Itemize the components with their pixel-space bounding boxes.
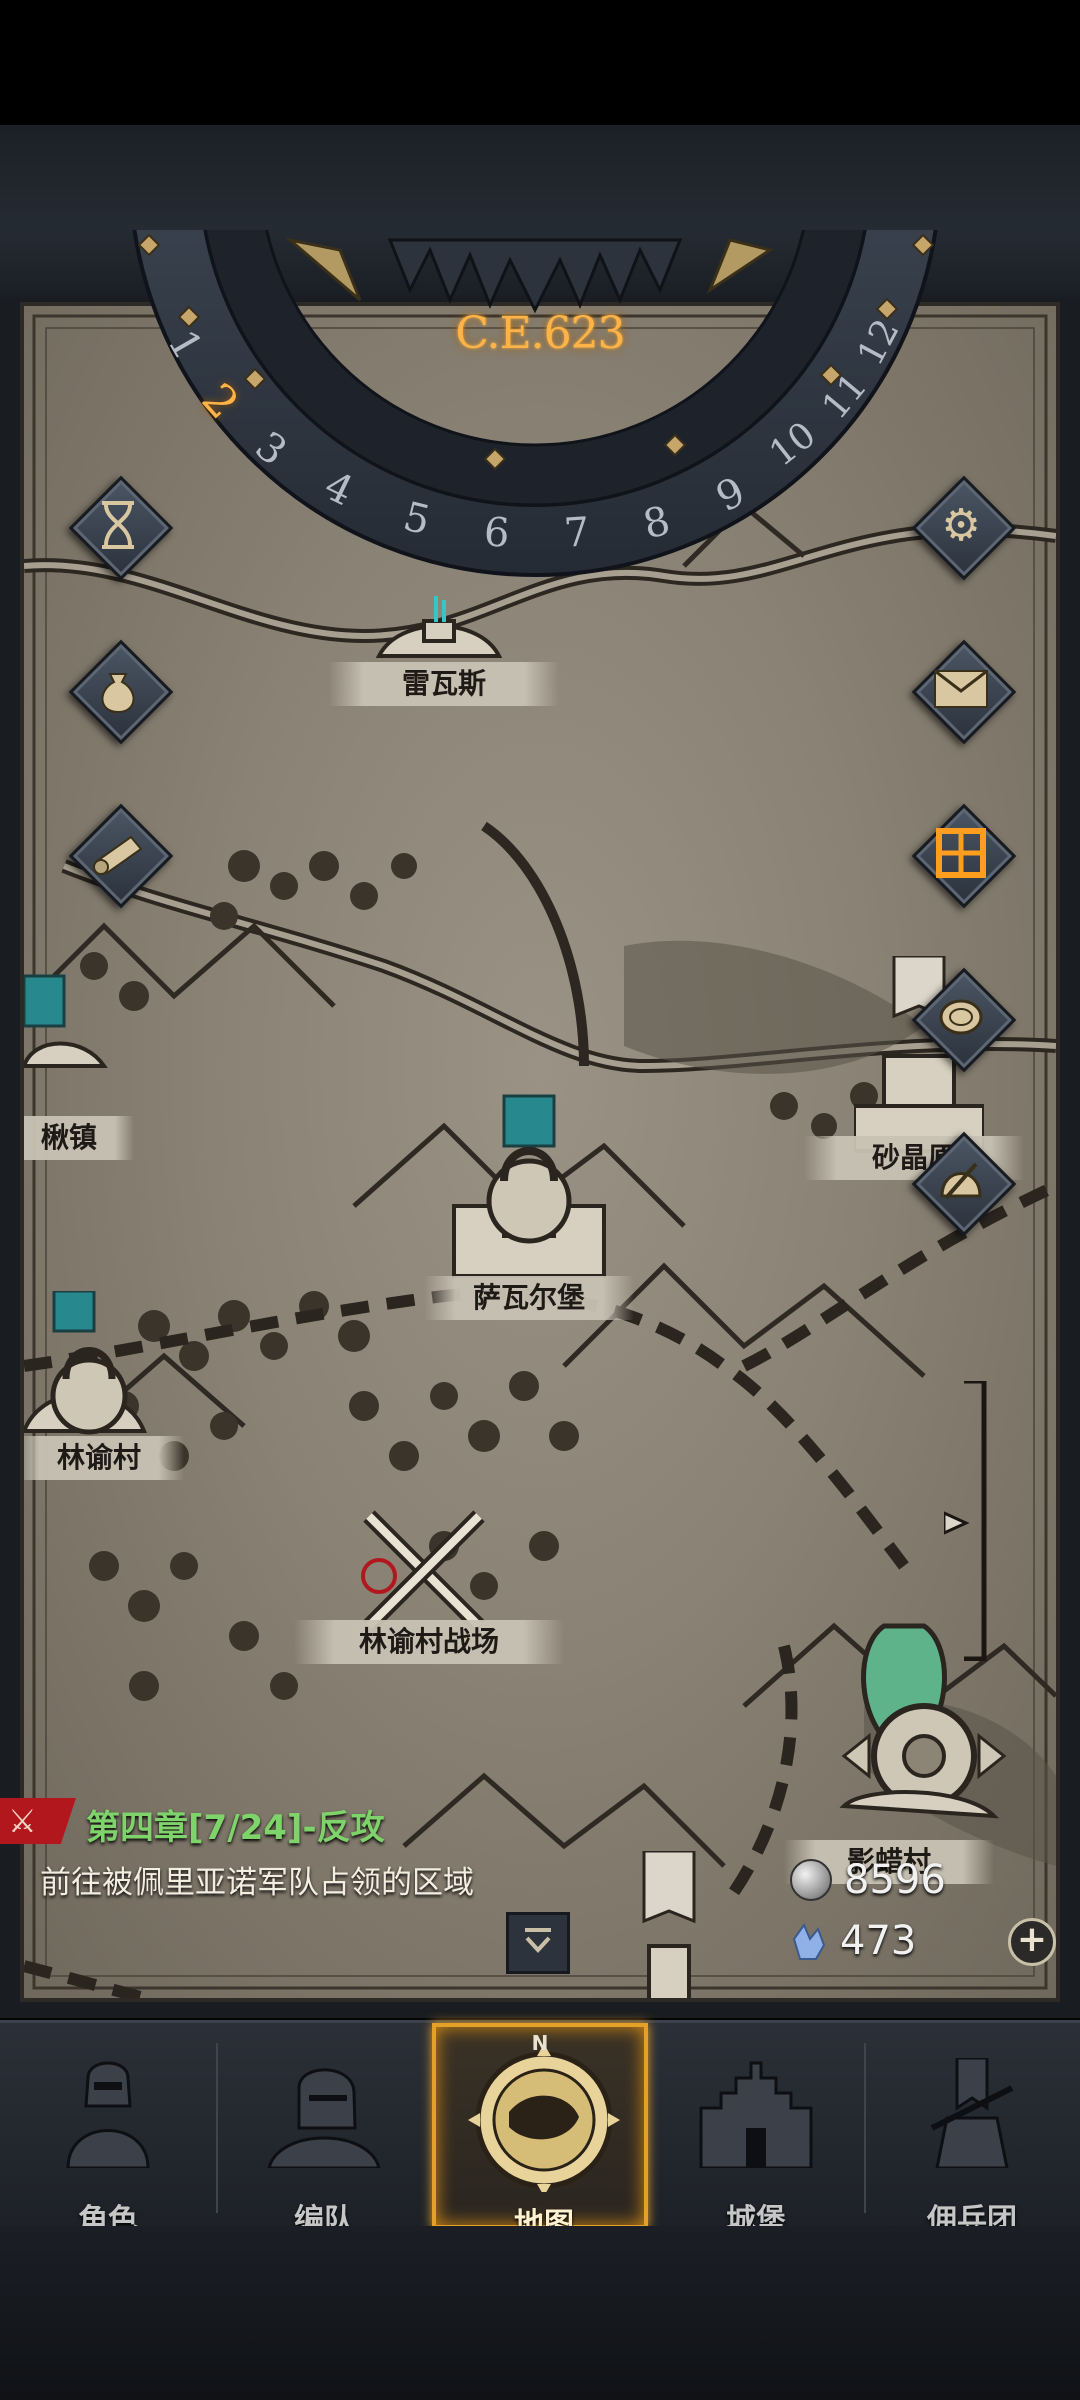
location-label-qiuzhen[interactable]: 楸镇 bbox=[24, 1116, 134, 1160]
gear-icon: ⚙ bbox=[941, 499, 981, 551]
bottom-navigation: 角色 编队 N 地图 城堡 佣兵团 bbox=[0, 2020, 1080, 2242]
status-area bbox=[0, 0, 1080, 125]
tower-banner-icon[interactable] bbox=[634, 1851, 714, 2001]
settings-button[interactable]: ⚙ bbox=[911, 475, 1017, 581]
system-nav-area bbox=[0, 2226, 1080, 2400]
calendar-era-year: C.E.623 bbox=[455, 308, 625, 359]
helmet-button[interactable] bbox=[911, 1131, 1017, 1237]
coin-stack-button[interactable] bbox=[911, 967, 1017, 1073]
location-label-leiwasi[interactable]: 雷瓦斯 bbox=[329, 662, 559, 706]
mail-button[interactable] bbox=[911, 639, 1017, 745]
silver-amount: 8596 bbox=[844, 1857, 946, 1903]
mail-icon bbox=[913, 641, 1009, 737]
silver-coin-icon bbox=[790, 1859, 832, 1901]
add-currency-button[interactable]: + bbox=[1008, 1918, 1056, 1966]
quest-description[interactable]: 前往被佩里亚诺军队占领的区域 bbox=[40, 1858, 500, 1908]
nav-tab-map[interactable]: N 地图 bbox=[432, 2023, 648, 2242]
calendar-grid-button[interactable] bbox=[911, 803, 1017, 909]
compass-north-letter: N bbox=[531, 2031, 549, 2055]
knight-icon bbox=[0, 2053, 216, 2173]
silver-resource: 8596 bbox=[790, 1855, 946, 1905]
location-label-saval[interactable]: 萨瓦尔堡 bbox=[424, 1276, 634, 1320]
village-linyu-locked[interactable] bbox=[24, 1291, 154, 1441]
castle-icon bbox=[648, 2053, 864, 2173]
town-icon-qiuzhen[interactable] bbox=[24, 966, 114, 1076]
crystal-resource: 473 bbox=[790, 1916, 916, 1966]
scroll-button[interactable] bbox=[68, 803, 174, 909]
quest-title[interactable]: 第四章[7/24]-反攻 bbox=[86, 1800, 385, 1849]
calendar-grid-icon bbox=[913, 805, 1009, 901]
scroll-icon bbox=[70, 805, 166, 901]
crystal-amount: 473 bbox=[840, 1918, 917, 1964]
money-bag-button[interactable] bbox=[68, 639, 174, 745]
nav-tab-mercenary[interactable]: 佣兵团 bbox=[864, 2023, 1080, 2238]
hourglass-button[interactable] bbox=[68, 475, 174, 581]
castle-saval-locked[interactable] bbox=[434, 1086, 624, 1286]
zoom-slider[interactable] bbox=[944, 1381, 1004, 1661]
nav-tab-character[interactable]: 角色 bbox=[0, 2023, 216, 2238]
chevron-down-icon bbox=[525, 1928, 551, 1953]
location-label-battlefield[interactable]: 林谕村战场 bbox=[294, 1620, 564, 1664]
compass-map-icon bbox=[436, 2044, 652, 2192]
location-label-linyu[interactable]: 林谕村 bbox=[24, 1436, 184, 1480]
collapse-quest-button[interactable] bbox=[506, 1912, 570, 1974]
helmet-squad-icon bbox=[216, 2053, 432, 2173]
banner-tower-icon bbox=[864, 2053, 1080, 2173]
coin-stack-icon bbox=[913, 969, 1009, 1065]
nav-tab-formation[interactable]: 编队 bbox=[216, 2023, 432, 2238]
helmet-icon bbox=[913, 1133, 1009, 1229]
nav-tab-castle[interactable]: 城堡 bbox=[648, 2023, 864, 2238]
crystal-icon bbox=[792, 1922, 826, 1960]
hourglass-icon bbox=[70, 477, 166, 573]
calendar-dial[interactable] bbox=[110, 230, 960, 590]
money-bag-icon bbox=[70, 641, 166, 737]
